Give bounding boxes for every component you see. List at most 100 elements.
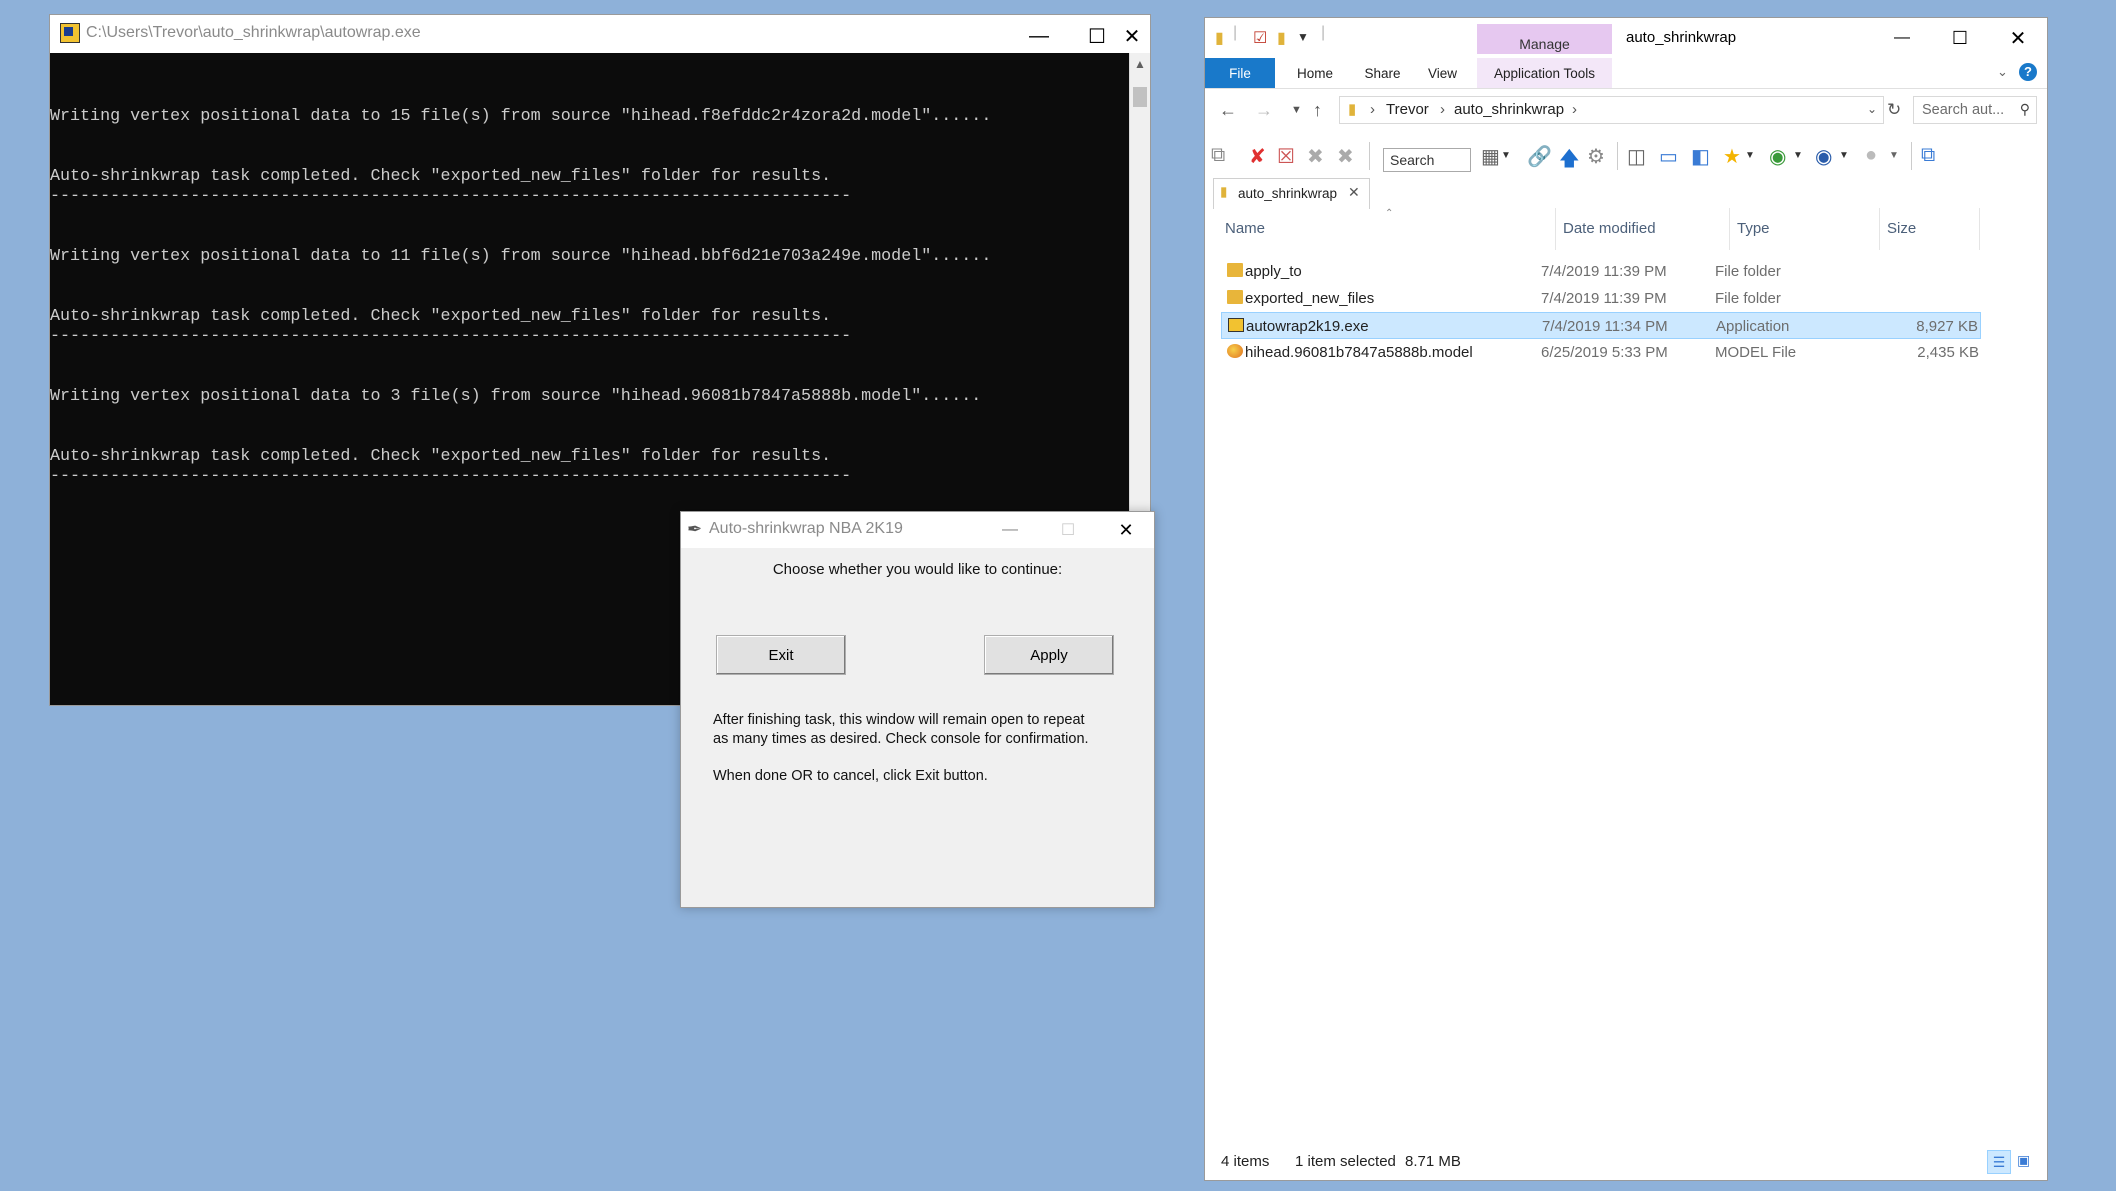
help-icon[interactable]: ? [2019,63,2037,81]
close-button[interactable]: ✕ [1112,15,1152,57]
large-icons-view-icon[interactable]: ▣ [2017,1152,2030,1169]
file-name: autowrap2k19.exe [1246,318,1369,335]
file-date: 7/4/2019 11:39 PM [1541,263,1667,280]
column-name[interactable]: Name [1225,220,1265,237]
new-folder-icon[interactable]: ▮ [1277,28,1286,48]
column-divider[interactable] [1555,208,1556,250]
minimize-button[interactable]: — [1010,15,1068,57]
column-divider[interactable] [1979,208,1980,250]
address-bar[interactable]: ▮ › Trevor › auto_shrinkwrap › ⌄ [1339,96,1884,124]
folder-icon [1227,263,1243,277]
favorites-star-icon[interactable]: ★ [1723,144,1741,169]
close-button[interactable]: ✕ [1989,18,2047,58]
file-size: 2,435 KB [1917,344,1979,361]
maximize-button[interactable]: ☐ [1931,18,1989,58]
scroll-up-icon[interactable]: ▲ [1134,57,1146,71]
refresh-icon[interactable]: ↻ [1887,100,1901,120]
tab-application-tools[interactable]: Application Tools [1477,58,1612,88]
tab-label: auto_shrinkwrap [1238,186,1338,201]
back-arrow-icon[interactable]: ← [1219,100,1237,121]
search-icon[interactable]: ⚲ [2020,101,2030,118]
chevron-down-icon[interactable]: ▼ [1793,150,1803,161]
shrinkwrap-dialog: ✒ Auto-shrinkwrap NBA 2K19 — ☐ ✕ Choose … [680,511,1155,908]
column-divider[interactable] [1729,208,1730,250]
delete-icon[interactable]: ✘ [1249,144,1266,169]
breadcrumb-trevor[interactable]: Trevor [1386,101,1429,118]
tab-share[interactable]: Share [1355,58,1410,88]
customize-quick-access-icon[interactable]: ▼ [1297,30,1309,44]
separator: | [1233,24,1238,41]
file-row-hihead-model[interactable]: hihead.96081b7847a5888b.model 6/25/2019 … [1221,339,1981,366]
explorer-titlebar[interactable]: ▮ | ☑ ▮ ▼ | Manage auto_shrinkwrap — ☐ ✕ [1205,18,2047,58]
delete-permanent-icon[interactable]: ☒ [1277,144,1295,169]
info-line: When done OR to cancel, click Exit butto… [713,768,988,784]
console-line: Auto-shrinkwrap task completed. Check "e… [50,167,832,186]
breadcrumb-current[interactable]: auto_shrinkwrap [1454,101,1564,118]
globe-icon[interactable]: ◉ [1769,144,1786,169]
chevron-down-icon[interactable]: ▼ [1889,150,1899,161]
tab-home[interactable]: Home [1285,58,1345,88]
column-type[interactable]: Type [1737,220,1770,237]
column-date[interactable]: Date modified [1563,220,1656,237]
toolbar-search-box[interactable]: Search [1383,148,1471,172]
cut-icon[interactable]: ✖ [1307,144,1324,169]
file-name: apply_to [1245,263,1302,280]
file-row-apply-to[interactable]: apply_to 7/4/2019 11:39 PM File folder [1221,258,1981,285]
settings-gear-icon[interactable]: ⚙ [1587,144,1605,169]
up-arrow-icon[interactable]: ↑ [1313,100,1322,121]
file-row-exported-new-files[interactable]: exported_new_files 7/4/2019 11:39 PM Fil… [1221,285,1981,312]
expand-ribbon-icon[interactable]: ⌄ [1997,64,2008,80]
panel-icon[interactable]: ◫ [1627,144,1646,169]
minimize-button[interactable]: — [981,512,1039,548]
manage-tab-header[interactable]: Manage [1477,24,1612,54]
maximize-button: ☐ [1060,522,1076,539]
chevron-down-icon[interactable]: ▼ [1501,150,1511,161]
folder-icon: ▮ [1348,101,1357,118]
address-dropdown-icon[interactable]: ⌄ [1867,102,1877,116]
chevron-down-icon[interactable]: ▼ [1839,150,1849,161]
preview-pane-icon[interactable]: ▭ [1659,144,1678,169]
chevron-down-icon[interactable]: ▼ [1745,150,1755,161]
separator: | [1321,24,1326,41]
search-input[interactable]: Search aut... ⚲ [1913,96,2037,124]
console-line: ----------------------------------------… [50,327,852,346]
recent-locations-icon[interactable]: ▼ [1291,104,1302,116]
properties-icon[interactable]: ☑ [1253,28,1267,48]
copy-icon[interactable]: ⧉ [1211,144,1225,167]
dialog-title: Auto-shrinkwrap NBA 2K19 [709,520,903,537]
feather-icon: ✒ [687,519,703,539]
console-line: Writing vertex positional data to 3 file… [50,387,982,406]
details-view-icon[interactable]: ☰ [1987,1150,2011,1174]
link-icon[interactable]: 🔗 [1527,144,1552,169]
column-headers: ⌃ Name Date modified Type Size [1205,208,2047,250]
tab-view[interactable]: View [1415,58,1470,88]
minimize-button[interactable]: — [1873,18,1931,58]
close-tab-icon[interactable]: ✕ [1348,184,1360,201]
column-divider[interactable] [1879,208,1880,250]
file-size: 8,927 KB [1916,318,1978,335]
dialog-titlebar[interactable]: ✒ Auto-shrinkwrap NBA 2K19 — ☐ ✕ [681,512,1154,548]
console-titlebar[interactable]: C:\Users\Trevor\auto_shrinkwrap\autowrap… [50,15,1150,53]
file-row-autowrap2k19-exe[interactable]: autowrap2k19.exe 7/4/2019 11:34 PM Appli… [1221,312,1981,339]
separator [1911,142,1912,170]
forward-arrow-icon[interactable]: → [1255,100,1273,121]
view-options-icon[interactable]: ▦ [1481,144,1500,169]
scroll-thumb[interactable] [1133,87,1147,107]
tab-file[interactable]: File [1205,58,1275,88]
network-icon[interactable]: ◉ [1815,144,1832,169]
up-level-icon[interactable]: 🡅 [1559,144,1580,178]
details-pane-icon[interactable]: ◧ [1691,144,1710,169]
info-line: as many times as desired. Check console … [713,731,1089,747]
exit-button[interactable]: Exit [716,635,846,675]
tab-auto-shrinkwrap[interactable]: ▮ auto_shrinkwrap ✕ [1213,178,1370,209]
pin-window-icon[interactable]: ⧉ [1921,144,1935,167]
selection-count: 1 item selected [1295,1153,1396,1170]
file-name: exported_new_files [1245,290,1375,307]
file-name: hihead.96081b7847a5888b.model [1245,344,1473,361]
column-size[interactable]: Size [1887,220,1916,237]
close-button[interactable]: ✕ [1097,512,1155,548]
apply-button[interactable]: Apply [984,635,1114,675]
clear-icon[interactable]: ✖ [1337,144,1354,169]
folder-icon [1227,290,1243,304]
address-bar-area: ← → ▼ ↑ ▮ › Trevor › auto_shrinkwrap › ⌄… [1205,88,2047,134]
